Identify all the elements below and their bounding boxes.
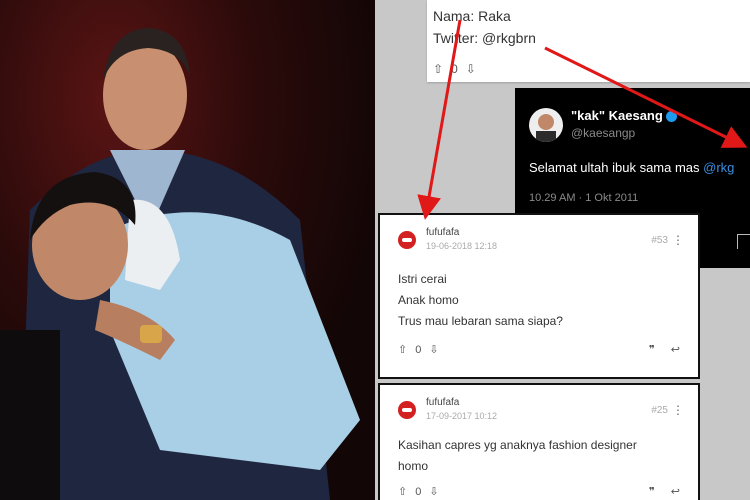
- downvote-icon[interactable]: ⇩: [429, 343, 438, 356]
- more-options-icon[interactable]: ⋮: [672, 403, 684, 417]
- comment-line: Kasihan capres yg anaknya fashion design…: [398, 438, 637, 452]
- tweet-text: Selamat ultah ibuk sama mas @rkg: [529, 160, 735, 175]
- mention-link[interactable]: @rkg: [703, 160, 734, 175]
- comment-number[interactable]: #53: [651, 235, 668, 246]
- handle: @kaesangp: [571, 126, 636, 140]
- comment-body: Istri cerai Anak homo Trus mau lebaran s…: [398, 269, 563, 332]
- twitter-line: Twitter: @rkgbrn: [433, 30, 536, 46]
- comment-date: 17-09-2017 10:12: [426, 411, 498, 421]
- comment-footer: ⇧ 0 ⇩ ❞ ↩: [398, 343, 680, 357]
- display-name[interactable]: "kak" Kaesang: [571, 108, 678, 123]
- comment-footer: ⇧ 0 ⇩ ❞ ↩: [398, 485, 680, 499]
- comment-card: fufufafa 17-09-2017 10:12 #25 ⋮ Kasihan …: [378, 383, 700, 500]
- comment-username[interactable]: fufufafa: [426, 227, 459, 238]
- downvote-icon[interactable]: ⇩: [466, 62, 476, 76]
- comment-line: Istri cerai: [398, 272, 447, 286]
- news-photo: [0, 0, 375, 500]
- name-line: Nama: Raka: [433, 8, 511, 24]
- vote-bar: ⇧ 0 ⇩: [433, 62, 476, 76]
- quote-icon[interactable]: ❞: [649, 485, 655, 498]
- comment-card: fufufafa 19-06-2018 12:18 #53 ⋮ Istri ce…: [378, 213, 700, 379]
- comment-line: Trus mau lebaran sama siapa?: [398, 314, 563, 328]
- comment-date: 19-06-2018 12:18: [426, 241, 498, 251]
- upvote-icon[interactable]: ⇧: [433, 62, 443, 76]
- comment-username[interactable]: fufufafa: [426, 397, 459, 408]
- vote-count: 0: [415, 485, 422, 498]
- upvote-icon[interactable]: ⇧: [398, 485, 407, 498]
- comment-line: homo: [398, 459, 429, 473]
- avatar[interactable]: [529, 108, 563, 142]
- reply-icon[interactable]: ↩: [671, 485, 680, 498]
- photo-illustration: [0, 28, 360, 500]
- tweet-timestamp: 10.29 AM · 1 Okt 2011: [529, 192, 639, 204]
- profile-card: Nama: Raka Twitter: @rkgbrn ⇧ 0 ⇩: [427, 0, 750, 82]
- more-options-icon[interactable]: ⋮: [672, 233, 684, 247]
- reply-icon[interactable]: ↩: [671, 343, 680, 356]
- vote-count: 0: [415, 343, 422, 356]
- comment-body: Kasihan capres yg anaknya fashion design…: [398, 435, 637, 477]
- upvote-icon[interactable]: ⇧: [398, 343, 407, 356]
- kaskus-logo-icon: [398, 231, 416, 249]
- quote-icon[interactable]: ❞: [649, 343, 655, 356]
- downvote-icon[interactable]: ⇩: [429, 485, 438, 498]
- bookmark-icon[interactable]: [737, 234, 750, 249]
- comment-number[interactable]: #25: [651, 405, 668, 416]
- comment-line: Anak homo: [398, 293, 459, 307]
- verified-icon: [666, 111, 678, 123]
- kaskus-logo-icon: [398, 401, 416, 419]
- vote-count: 0: [451, 62, 458, 76]
